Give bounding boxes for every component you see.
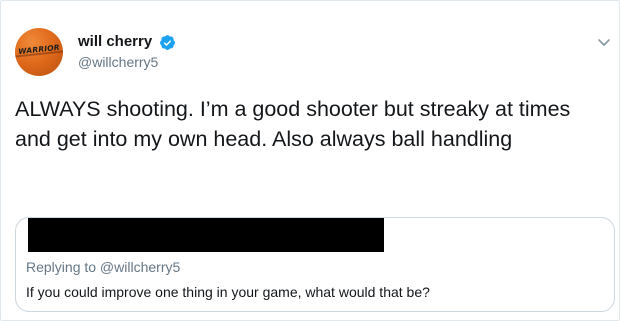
author-display-name[interactable]: will cherry (78, 33, 152, 50)
reply-context: Replying to @willcherry5 (26, 259, 181, 275)
tweet-card: WARRIOR will cherry @willcherry5 ALWAYS … (0, 0, 620, 321)
author-handle[interactable]: @willcherry5 (78, 54, 158, 70)
quoted-tweet[interactable]: Replying to @willcherry5 If you could im… (15, 217, 615, 312)
avatar[interactable]: WARRIOR (15, 28, 63, 76)
chevron-down-icon[interactable] (596, 34, 612, 50)
tweet-text: ALWAYS shooting. I’m a good shooter but … (15, 97, 571, 151)
verified-badge-icon (160, 35, 175, 50)
redaction-bar (28, 218, 384, 252)
quoted-tweet-text: If you could improve one thing in your g… (26, 284, 430, 300)
